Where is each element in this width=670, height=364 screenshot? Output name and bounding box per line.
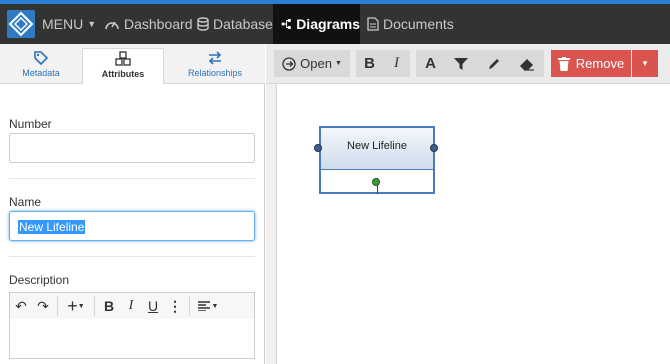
description-label: Description <box>9 273 70 287</box>
caret-down-icon: ▼ <box>641 59 649 68</box>
lifeline-header[interactable]: New Lifeline <box>321 128 433 170</box>
sitemap-icon <box>281 19 291 29</box>
remove-button-label: Remove <box>575 56 625 71</box>
nav-dashboard-label: Dashboard <box>124 16 193 32</box>
tab-relationships-label: Relationships <box>187 68 243 78</box>
number-label: Number <box>9 117 52 131</box>
tab-relationships[interactable]: Relationships <box>174 48 256 84</box>
insert-dropdown-button[interactable]: + ▼ <box>61 294 91 318</box>
resize-handle-bottom[interactable] <box>372 178 380 186</box>
description-editor-toolbar: ↶ ↷ + ▼ B I U ⋮ ▼ <box>9 292 255 320</box>
properties-tabs: Metadata Attributes Relationships <box>0 44 265 85</box>
tag-icon <box>34 51 49 66</box>
italic-icon[interactable]: I <box>120 294 142 318</box>
connection-handle-right[interactable] <box>430 144 438 152</box>
nav-database-label: Database <box>213 16 273 32</box>
properties-panel: Metadata Attributes Relationships Number… <box>0 44 265 364</box>
bold-button[interactable]: B <box>356 55 383 72</box>
bold-icon[interactable]: B <box>98 294 120 318</box>
app-logo-icon[interactable] <box>7 10 35 38</box>
remove-dropdown-button[interactable]: ▼ <box>632 50 658 77</box>
diagram-canvas[interactable]: New Lifeline <box>276 84 670 364</box>
tab-attributes-label: Attributes <box>101 69 145 79</box>
navbar: MENU ▼ Dashboard Database Diagrams Docum… <box>0 4 670 44</box>
tab-metadata[interactable]: Metadata <box>0 48 82 84</box>
nav-diagrams-label: Diagrams <box>296 16 360 32</box>
tab-attributes[interactable]: Attributes <box>82 48 164 85</box>
open-button[interactable]: Open ▼ <box>274 50 350 77</box>
nav-documents-label: Documents <box>383 16 454 32</box>
number-field[interactable] <box>9 133 255 163</box>
caret-down-icon: ▼ <box>87 19 97 29</box>
pencil-icon[interactable] <box>487 57 501 71</box>
connection-handle-left[interactable] <box>314 144 322 152</box>
open-button-label: Open <box>300 56 332 71</box>
exchange-icon <box>208 51 222 65</box>
separator <box>57 296 58 316</box>
separator <box>189 296 190 316</box>
more-vertical-icon[interactable]: ⋮ <box>164 294 186 318</box>
nav-database[interactable]: Database <box>197 4 273 44</box>
nav-documents[interactable]: Documents <box>367 4 454 44</box>
filter-icon[interactable] <box>454 57 469 71</box>
font-button[interactable]: A <box>425 55 436 72</box>
trash-icon <box>557 56 570 71</box>
text-style-group: B I <box>356 50 410 77</box>
divider <box>9 178 255 179</box>
circle-arrow-right-icon <box>282 56 296 71</box>
underline-icon[interactable]: U <box>142 294 164 318</box>
database-icon <box>197 17 209 31</box>
menu-button[interactable]: MENU ▼ <box>42 4 96 44</box>
name-field-value: New Lifeline <box>18 220 86 234</box>
speedometer-icon <box>105 21 119 30</box>
align-left-icon <box>197 301 210 311</box>
diagram-panel: Open ▼ B I A Remove ▼ New Lifeline <box>266 44 670 364</box>
name-field[interactable]: New Lifeline <box>9 211 255 241</box>
nav-diagrams[interactable]: Diagrams <box>273 4 360 44</box>
name-label: Name <box>9 195 42 209</box>
menu-label: MENU <box>42 16 84 32</box>
caret-down-icon: ▼ <box>77 302 85 310</box>
document-icon <box>367 17 379 31</box>
eraser-icon[interactable] <box>519 57 535 71</box>
redo-icon[interactable]: ↷ <box>32 294 54 318</box>
divider <box>9 256 255 257</box>
nav-dashboard[interactable]: Dashboard <box>104 4 193 44</box>
description-editor[interactable] <box>9 319 255 359</box>
cubes-icon <box>115 51 131 66</box>
format-group: A <box>416 50 544 77</box>
diagram-toolbar: Open ▼ B I A Remove ▼ <box>266 44 670 84</box>
caret-down-icon: ▼ <box>211 302 219 310</box>
plus-icon: + <box>67 295 78 316</box>
separator <box>94 296 95 316</box>
tab-metadata-label: Metadata <box>22 68 60 78</box>
align-dropdown-button[interactable]: ▼ <box>193 294 223 318</box>
caret-down-icon: ▼ <box>334 60 342 67</box>
undo-icon[interactable]: ↶ <box>10 294 32 318</box>
remove-button[interactable]: Remove <box>551 50 631 77</box>
italic-button[interactable]: I <box>383 55 410 72</box>
